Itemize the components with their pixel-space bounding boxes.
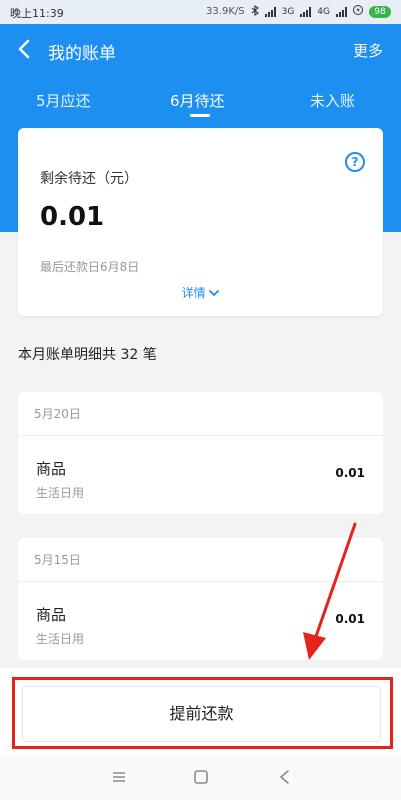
tab-bar: 5月应还 6月待还 未入账 bbox=[0, 82, 401, 122]
charging-icon bbox=[353, 4, 363, 19]
tab-june-pending[interactable]: 6月待还 bbox=[170, 90, 225, 111]
tab-may-due[interactable]: 5月应还 bbox=[36, 90, 91, 111]
network-type-2: 4G bbox=[317, 6, 330, 17]
active-tab-indicator bbox=[190, 114, 210, 117]
nav-bar: 我的账单 更多 bbox=[0, 24, 401, 74]
transaction-group: 5月20日 商品 生活日用 0.01 bbox=[18, 392, 383, 514]
status-icons: 33.9K/S 3G 4G 98 bbox=[206, 4, 391, 19]
annotation-arrow bbox=[303, 522, 357, 660]
tab-unposted[interactable]: 未入账 bbox=[310, 90, 355, 111]
remaining-amount: 0.01 bbox=[40, 202, 105, 232]
signal-bars-icon-2 bbox=[300, 6, 312, 17]
status-time: 晚上11:39 bbox=[10, 7, 64, 20]
transaction-row[interactable]: 商品 生活日用 0.01 bbox=[18, 436, 383, 514]
chevron-left-icon[interactable] bbox=[14, 38, 36, 60]
signal-bars-icon-3 bbox=[336, 6, 347, 17]
more-button[interactable]: 更多 bbox=[353, 40, 383, 61]
prepay-button[interactable]: 提前还款 bbox=[22, 686, 381, 742]
transaction-name: 商品 bbox=[36, 460, 67, 478]
square-home-icon[interactable] bbox=[190, 766, 212, 788]
transaction-category: 生活日用 bbox=[36, 632, 85, 646]
status-bar: 晚上11:39 33.9K/S 3G 4G 98 bbox=[0, 0, 401, 24]
menu-icon[interactable] bbox=[108, 766, 130, 788]
remaining-label: 剩余待还（元） bbox=[40, 171, 138, 187]
bill-summary-card: 剩余待还（元） ? 0.01 最后还款日6月8日 详情 bbox=[18, 128, 383, 316]
page-title: 我的账单 bbox=[48, 44, 116, 64]
details-toggle[interactable]: 详情 bbox=[18, 284, 383, 301]
group-date: 5月20日 bbox=[18, 392, 383, 436]
due-date-text: 最后还款日6月8日 bbox=[40, 260, 140, 274]
details-label: 详情 bbox=[181, 286, 206, 300]
transaction-amount: 0.01 bbox=[335, 466, 365, 480]
bill-detail-count: 本月账单明细共 32 笔 bbox=[18, 347, 157, 363]
triangle-back-icon[interactable] bbox=[274, 766, 296, 788]
transaction-category: 生活日用 bbox=[36, 486, 85, 500]
system-nav-bar bbox=[0, 754, 401, 800]
transaction-name: 商品 bbox=[36, 606, 67, 624]
bottom-action-area: 提前还款 bbox=[0, 668, 401, 754]
network-type-1: 3G bbox=[281, 6, 295, 17]
network-speed: 33.9K/S bbox=[206, 6, 245, 17]
battery-indicator: 98 bbox=[369, 5, 391, 18]
signal-bars-icon bbox=[264, 6, 276, 17]
bluetooth-icon bbox=[251, 4, 259, 19]
question-circle-icon[interactable]: ? bbox=[345, 152, 365, 172]
chevron-down-icon bbox=[209, 287, 220, 297]
